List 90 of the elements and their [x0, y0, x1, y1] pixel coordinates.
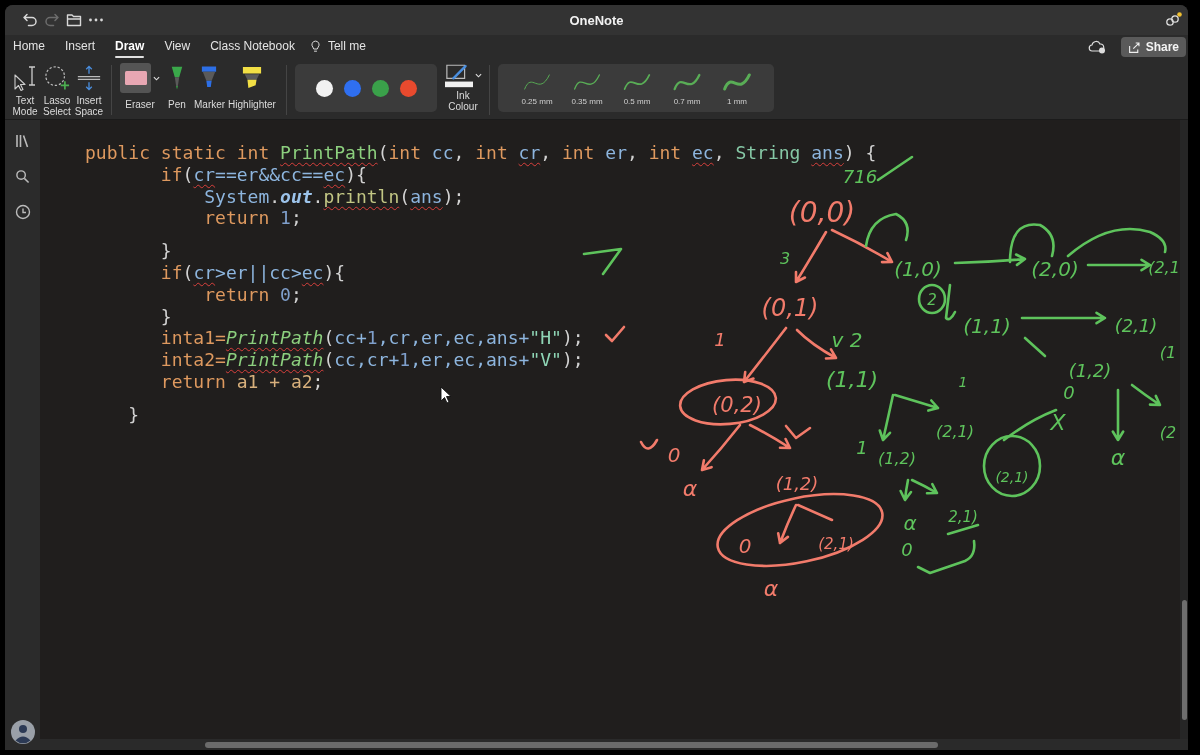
- code-line: if(cr>er||cc>ec){: [159, 262, 346, 284]
- thickness-option[interactable]: 1 mm: [712, 70, 762, 106]
- handwritten-label: 0: [738, 534, 752, 558]
- ribbon-tab[interactable]: Class Notebook: [210, 35, 295, 59]
- insert-space-icon: [76, 65, 102, 91]
- books-icon[interactable]: [14, 133, 31, 149]
- ink-colour-button[interactable]: Ink Colour: [443, 63, 483, 112]
- tell-me-button[interactable]: Tell me: [310, 35, 366, 59]
- ribbon-tab[interactable]: Draw: [115, 35, 145, 59]
- folder-icon[interactable]: [66, 12, 82, 28]
- code-line: }: [159, 240, 172, 262]
- code-line: return a1 + a2;: [159, 370, 324, 393]
- handwritten-label: (1,2): [878, 449, 916, 468]
- colour-swatch-icon[interactable]: [344, 79, 361, 97]
- lasso-icon: [44, 65, 70, 91]
- handwritten-label: (1,1): [825, 367, 879, 392]
- mouse-pointer-icon: [440, 386, 452, 404]
- ribbon-tool-button[interactable]: Eraser: [120, 63, 160, 110]
- thickness-option[interactable]: 0.5 mm: [612, 70, 662, 106]
- handwritten-label: 2: [927, 291, 937, 309]
- ribbon-tab[interactable]: Home: [13, 35, 45, 59]
- code-line: inta2=PrintPath(cc,cr+1,er,ec,ans+"V");: [159, 349, 584, 371]
- handwritten-label: 2,1): [948, 508, 978, 526]
- ribbon-tool-button[interactable]: Text Mode: [9, 63, 41, 117]
- scrollbar-thumb[interactable]: [1182, 600, 1187, 720]
- colour-swatch-icon[interactable]: [372, 79, 389, 97]
- handwritten-label: α: [1110, 445, 1126, 470]
- ribbon-tool-button[interactable]: Marker: [194, 63, 224, 110]
- handwritten-label: 716: [842, 166, 878, 187]
- ribbon-tab[interactable]: View: [164, 35, 191, 59]
- code-line: return 1;: [203, 207, 302, 230]
- ribbon-tool-button[interactable]: Pen: [162, 63, 192, 110]
- pointer-cursor-icon: [12, 64, 38, 92]
- handwritten-label: (1: [1159, 343, 1177, 362]
- colour-swatch-icon[interactable]: [316, 79, 333, 97]
- caret-icon[interactable]: [153, 75, 160, 81]
- handwritten-label: (1,1): [963, 314, 1011, 338]
- share-icon: [1127, 40, 1141, 54]
- handwritten-label: X: [1050, 410, 1066, 435]
- handwritten-label: 0: [901, 539, 913, 560]
- avatar-icon[interactable]: [10, 720, 35, 744]
- clock-icon[interactable]: [14, 204, 31, 220]
- handwritten-label: α: [903, 511, 917, 535]
- handwritten-label: (2,0): [1031, 257, 1079, 281]
- handwritten-label: 0: [1063, 382, 1075, 403]
- lightbulb-icon: [310, 39, 320, 53]
- thickness-option[interactable]: 0.35 mm: [562, 70, 612, 106]
- code-line: if(cr==er&&cc==ec){: [159, 163, 367, 186]
- handwritten-label: (2,1): [995, 469, 1029, 485]
- handwritten-label: 0: [667, 443, 681, 467]
- caret-icon[interactable]: [474, 73, 482, 78]
- handwritten-label: (1,2): [775, 473, 819, 494]
- code-line: public static int PrintPath(int cc, int cr, int er, int ec, String ans) {: [85, 142, 877, 164]
- ribbon-tool-button[interactable]: Insert Space: [73, 63, 105, 117]
- handwritten-label: 1: [714, 329, 726, 350]
- handwritten-label: 1: [856, 437, 868, 458]
- ink-colour-icon: [444, 63, 473, 88]
- pen-stroke-icon: [722, 70, 752, 93]
- share-button[interactable]: Share: [1120, 37, 1186, 57]
- handwritten-label: α: [763, 576, 779, 601]
- handwritten-label: α: [682, 476, 698, 501]
- colour-swatch-icon[interactable]: [400, 79, 417, 97]
- collaborators-icon[interactable]: [1164, 12, 1182, 28]
- cloud-sync-icon[interactable]: [1087, 40, 1106, 54]
- handwritten-label: 3: [779, 249, 791, 268]
- handwritten-label: (0,1): [761, 294, 819, 322]
- scrollbar-thumb[interactable]: [205, 742, 938, 748]
- handwritten-label: (1,2): [1068, 360, 1112, 381]
- code-line: System.out.println(ans);: [203, 185, 465, 208]
- handwritten-label: (0,0): [788, 196, 856, 229]
- handwritten-label: v 2: [831, 328, 863, 352]
- handwritten-label: (0,2): [712, 393, 762, 417]
- handwritten-label: (2: [1159, 423, 1177, 442]
- code-line: }: [159, 305, 172, 328]
- thickness-option[interactable]: 0.7 mm: [662, 70, 712, 106]
- handwritten-label: (1,0): [894, 257, 942, 281]
- handwritten-label: (2,1): [1114, 315, 1158, 336]
- code-line: return 0;: [203, 283, 302, 306]
- handwritten-label: (2,1: [1148, 258, 1180, 277]
- handwritten-label: (2,1): [936, 422, 974, 441]
- thickness-option[interactable]: 0.25 mm: [512, 70, 562, 106]
- ribbon-tab[interactable]: Insert: [65, 35, 96, 59]
- ribbon-tool-button[interactable]: Highlighter: [226, 63, 278, 110]
- handwritten-label: 1: [958, 374, 968, 390]
- ribbon-tool-button[interactable]: Lasso Select: [41, 63, 73, 117]
- window-title: OneNote: [569, 12, 624, 28]
- undo-icon[interactable]: [22, 12, 38, 28]
- code-line: inta1=PrintPath(cc+1,cr,er,ec,ans+"H");: [159, 327, 584, 350]
- search-icon[interactable]: [15, 169, 30, 184]
- code-line: }: [127, 403, 140, 426]
